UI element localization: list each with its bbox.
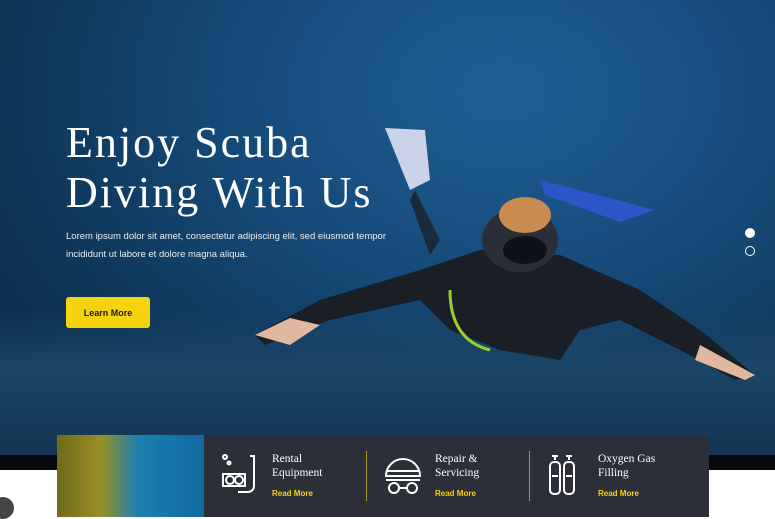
hero-description: Lorem ipsum dolor sit amet, consectetur …	[66, 231, 386, 260]
diving-helmet-goggles-icon	[384, 458, 422, 494]
service-name: Rental Equipment	[272, 453, 323, 479]
service-repair-servicing: Repair & Servicing Read More	[367, 446, 529, 506]
slider-dot-2[interactable]	[745, 246, 755, 256]
title-line-2: Diving With Us	[66, 168, 373, 217]
corner-logo	[0, 497, 14, 519]
read-more-link[interactable]: Read More	[435, 489, 479, 498]
learn-more-button[interactable]: Learn More	[66, 297, 150, 328]
title-line-1: Enjoy Scuba	[66, 118, 312, 167]
services-panel: Rental Equipment Read More Repair & Servic…	[204, 435, 709, 517]
service-name: Repair & Servicing	[435, 453, 480, 479]
read-more-link[interactable]: Read More	[272, 489, 322, 498]
service-name: Oxygen Gas Filling	[598, 453, 656, 479]
service-rental-equipment: Rental Equipment Read More	[204, 446, 366, 506]
diver-fish-image	[57, 435, 204, 517]
snorkel-mask-icon	[222, 454, 255, 493]
read-more-link[interactable]: Read More	[598, 489, 655, 498]
service-oxygen-gas-filling: Oxygen Gas Filling Read More	[530, 446, 692, 506]
oxygen-tanks-icon	[549, 455, 575, 495]
hero-title: Enjoy Scuba Diving With Us	[66, 118, 373, 218]
slider-dot-1[interactable]	[745, 228, 755, 238]
